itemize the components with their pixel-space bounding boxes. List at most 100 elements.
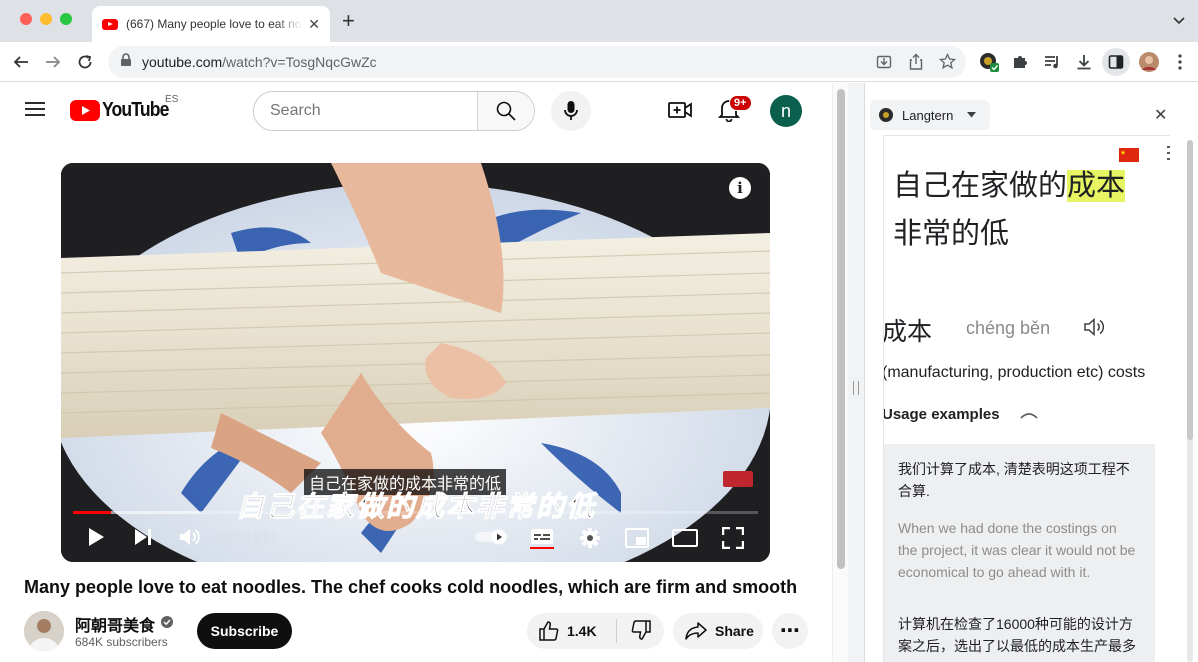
account-avatar[interactable]: n (770, 95, 802, 127)
youtube-logo-text: YouTube (102, 99, 169, 121)
verified-check-icon (160, 615, 174, 634)
bookmark-star-icon[interactable] (938, 52, 957, 75)
like-button[interactable]: 1.4K (527, 619, 617, 643)
extension-selector[interactable]: Langtern (870, 100, 990, 130)
region-code: ES (165, 94, 179, 105)
subtitles-icon (530, 529, 554, 549)
share-button[interactable]: Share (673, 613, 763, 649)
played-range (73, 511, 112, 514)
thumbs-down-icon (631, 619, 651, 640)
theater-mode-icon[interactable] (672, 526, 698, 550)
langtern-menu-icon[interactable] (1167, 146, 1170, 165)
usage-examples-header[interactable]: Usage examples (883, 406, 1038, 423)
tab-search-chevron-icon[interactable] (1172, 13, 1186, 32)
subtitles-button[interactable] (529, 526, 555, 550)
reload-icon[interactable] (73, 50, 97, 74)
page-scrollbar-thumb[interactable] (837, 89, 845, 569)
sentence-text: 自己在家做的成本 非常的低 (893, 162, 1126, 258)
autoplay-toggle[interactable] (473, 526, 509, 548)
forward-arrow-icon[interactable] (41, 50, 65, 74)
minimize-window-button[interactable] (40, 13, 52, 25)
browser-tab-strip: (667) Many people love to eat noodles. T… (0, 0, 1198, 42)
fullscreen-icon[interactable] (721, 526, 745, 550)
next-video-button[interactable] (132, 526, 154, 548)
burned-in-subtitle: 自己在家做的成本非常的低 (235, 491, 597, 523)
usage-examples-title: Usage examples (883, 406, 1000, 423)
search-button[interactable] (477, 92, 534, 130)
youtube-page: YouTube ES 9+ n (0, 83, 848, 662)
langtern-extension-icon[interactable] (977, 50, 1001, 74)
tab-close-button[interactable]: ✕ (308, 16, 320, 33)
notification-badge: 9+ (729, 95, 752, 111)
microphone-icon (564, 101, 578, 120)
lock-icon (120, 52, 132, 72)
notifications-bell-icon[interactable]: 9+ (717, 95, 752, 127)
create-video-icon[interactable] (668, 99, 692, 126)
url-host: youtube.com (142, 54, 223, 70)
video-time: 0:30 / 8:51 (220, 530, 277, 544)
share-arrow-icon (685, 622, 707, 640)
langtern-content: 自己在家做的成本 非常的低 成本 chéng běn (manufacturin… (883, 135, 1170, 662)
extensions-puzzle-icon[interactable] (1008, 50, 1032, 74)
search-input[interactable] (254, 92, 477, 130)
info-icon[interactable]: i (729, 177, 751, 199)
play-button[interactable] (85, 526, 107, 548)
side-panel-body: Langtern ✕ 自己在家做的成本 非常的低 成本 chéng běn (m… (864, 83, 1198, 662)
share-label: Share (715, 623, 754, 639)
sentence-text-before[interactable]: 自己在家做的 (893, 170, 1067, 202)
video-progress-bar[interactable] (73, 511, 758, 514)
youtube-logo[interactable]: YouTube ES (70, 94, 178, 122)
url-path: /watch?v=TosgNqcGwZc (222, 54, 377, 70)
share-page-icon[interactable] (908, 53, 924, 76)
profile-avatar[interactable] (1137, 50, 1161, 74)
miniplayer-icon[interactable] (624, 526, 650, 550)
back-arrow-icon[interactable] (9, 50, 33, 74)
speaker-icon[interactable] (1084, 317, 1106, 342)
search-icon (496, 101, 516, 121)
close-panel-button[interactable]: ✕ (1154, 105, 1167, 125)
collapse-chevron-icon (1020, 412, 1038, 419)
play-icon (89, 528, 104, 546)
youtube-favicon-icon (102, 18, 118, 30)
close-window-button[interactable] (20, 13, 32, 25)
subscribe-button[interactable]: Subscribe (197, 613, 292, 649)
downloads-icon[interactable] (1072, 50, 1096, 74)
sentence-text-line2[interactable]: 非常的低 (893, 218, 1009, 250)
langtern-scrollbar-thumb[interactable] (1187, 140, 1193, 440)
browser-toolbar: youtube.com/watch?v=TosgNqcGwZc (0, 42, 1198, 82)
new-tab-button[interactable]: + (342, 9, 355, 33)
video-title: Many people love to eat noodles. The che… (24, 577, 798, 597)
channel-name-row: 阿朝哥美食 (75, 612, 174, 636)
address-bar[interactable]: youtube.com/watch?v=TosgNqcGwZc (108, 46, 966, 78)
like-dislike-group: 1.4K (527, 613, 664, 649)
channel-avatar[interactable] (24, 611, 64, 651)
side-panel: Langtern ✕ 自己在家做的成本 非常的低 成本 chéng běn (m… (848, 83, 1198, 662)
youtube-play-logo-icon (70, 100, 100, 121)
mute-button[interactable] (178, 526, 202, 548)
skip-next-icon (135, 529, 151, 545)
highlighted-word[interactable]: 成本 (1067, 170, 1126, 202)
channel-name[interactable]: 阿朝哥美食 (75, 612, 155, 636)
example-1-english: When we had done the costings on the pro… (898, 520, 1136, 580)
hamburger-menu-icon[interactable] (24, 100, 46, 123)
side-panel-toggle-icon[interactable] (1102, 48, 1130, 76)
chrome-menu-icon[interactable] (1168, 50, 1192, 74)
more-actions-button[interactable]: ⋯ (772, 613, 808, 649)
install-app-icon[interactable] (876, 54, 892, 75)
langtern-logo-icon (879, 108, 893, 122)
page-scrollbar[interactable] (832, 83, 848, 662)
voice-search-button[interactable] (551, 91, 591, 131)
pinyin-text: chéng běn (966, 318, 1051, 338)
selected-word: 成本 (883, 318, 933, 346)
maximize-window-button[interactable] (60, 13, 72, 25)
like-count: 1.4K (567, 623, 597, 639)
settings-gear-icon[interactable] (577, 526, 603, 550)
side-panel-resize-handle[interactable] (848, 83, 864, 662)
example-2-chinese: 计算机在检查了16000种可能的设计方案之后，选出了以最低的成本生产最多 (898, 616, 1136, 654)
video-player[interactable]: i 自己在家做的成本非常的低 自己在家做的成本非常的低 0:30 / 8:51 (61, 163, 770, 562)
media-playlist-icon[interactable] (1040, 50, 1064, 74)
langtern-scrollbar[interactable] (1187, 140, 1193, 662)
dislike-button[interactable] (617, 619, 651, 643)
dropdown-caret-icon (967, 112, 977, 118)
browser-tab[interactable]: (667) Many people love to eat noodles. T… (92, 6, 330, 42)
